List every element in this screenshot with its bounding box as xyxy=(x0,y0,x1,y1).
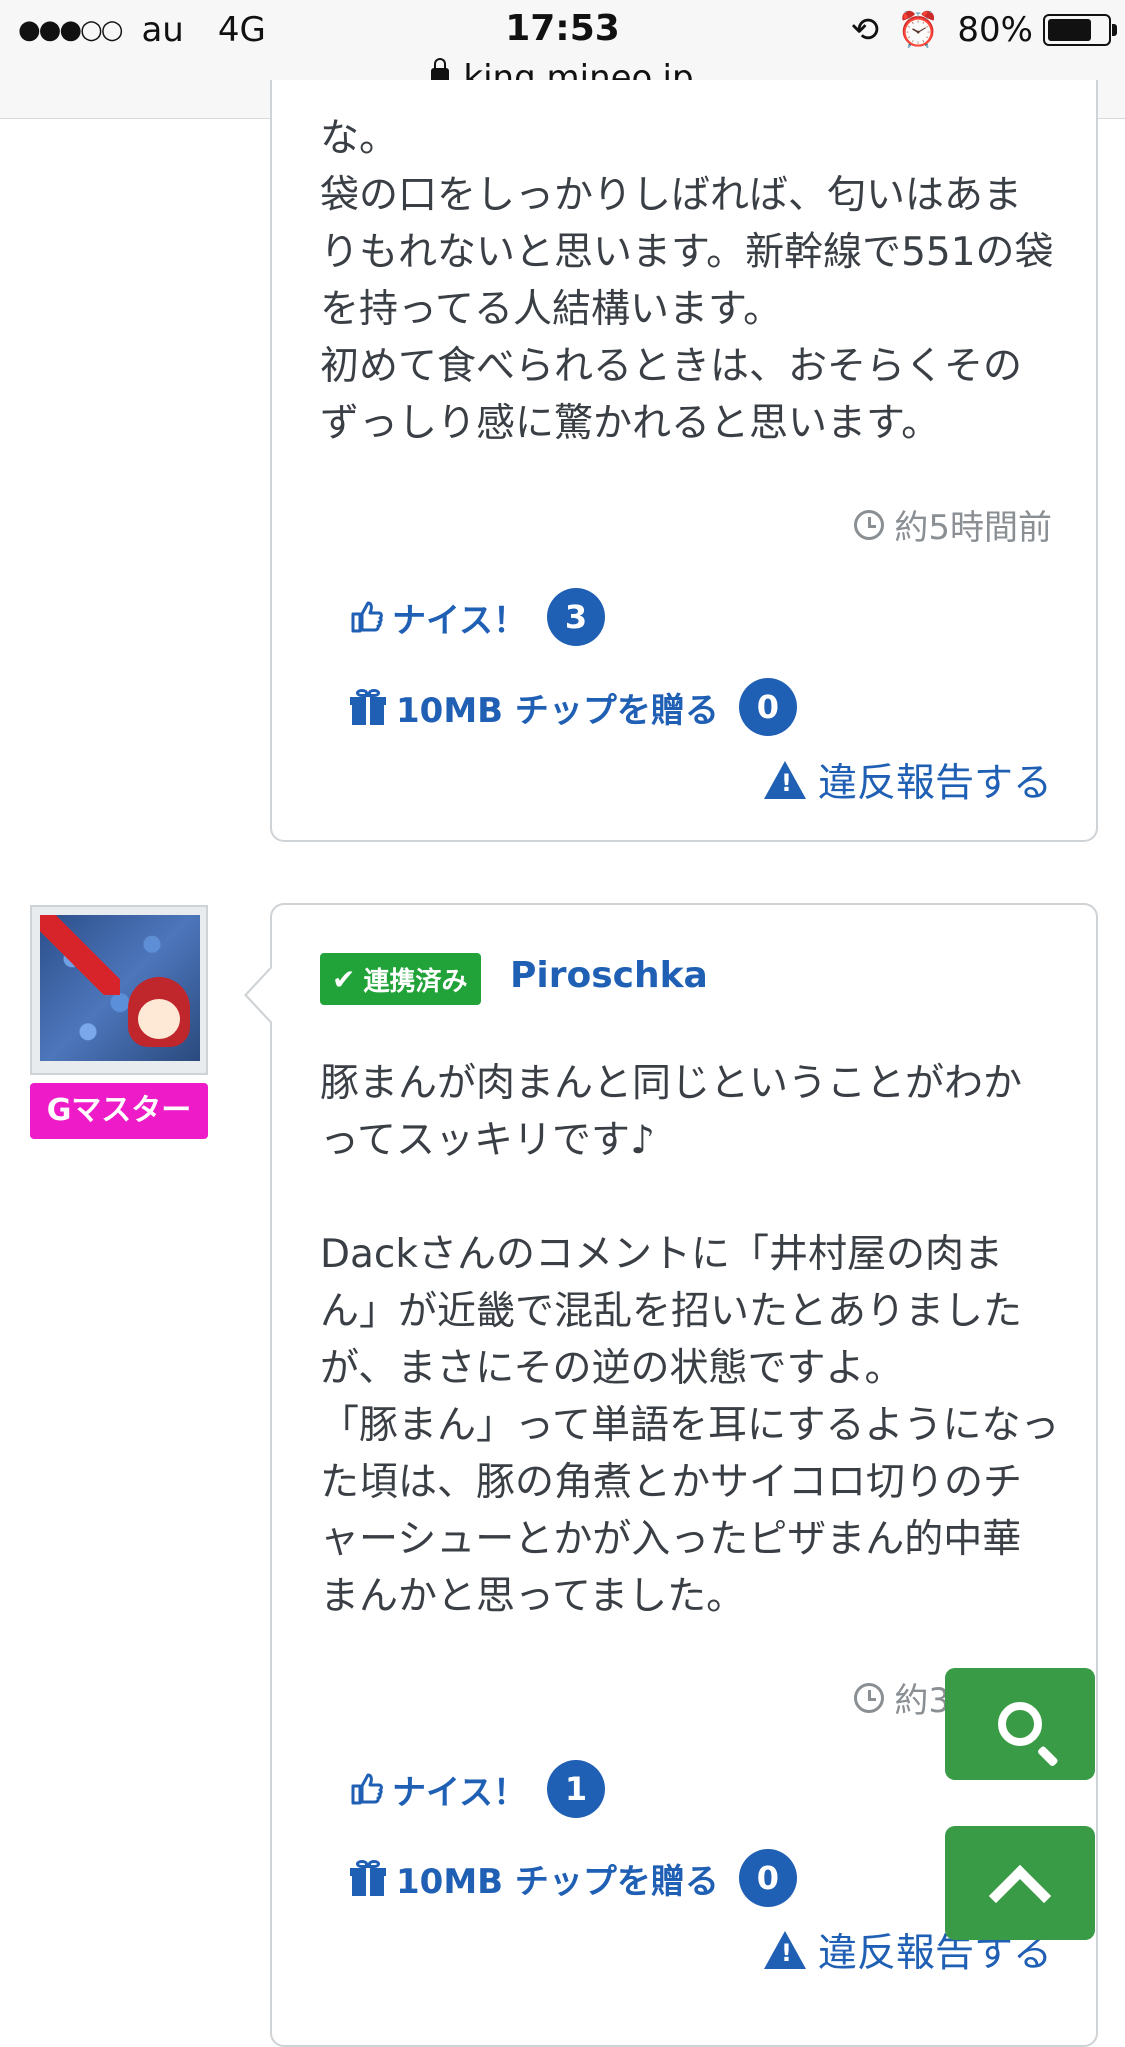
scroll-to-top-button[interactable] xyxy=(945,1826,1095,1940)
comment-card: な。 袋の口をしっかりしばれば、匂いはあまりもれないと思います。新幹線で551の… xyxy=(270,80,1098,842)
username-link[interactable]: Piroschka xyxy=(510,955,708,996)
battery-percent: 80% xyxy=(957,10,1033,50)
tip-label: 10MB チップを贈る xyxy=(396,690,719,731)
search-button[interactable] xyxy=(945,1668,1095,1780)
timestamp-text: 約5時間前 xyxy=(894,508,1052,548)
clock-icon xyxy=(854,509,885,540)
report-link[interactable]: ! 違反報告する xyxy=(763,752,1052,808)
search-icon xyxy=(998,1702,1042,1746)
avatar-image xyxy=(40,915,200,1061)
nice-button[interactable]: ナイス！ 3 xyxy=(350,588,605,646)
comment-timestamp: 約5時間前 xyxy=(854,500,1052,549)
rotation-lock-icon: ⟲ xyxy=(850,10,880,50)
tip-button[interactable]: 10MB チップを贈る 0 xyxy=(350,678,797,736)
arrow-up-icon xyxy=(988,1864,1052,1928)
tip-button[interactable]: 10MB チップを贈る 0 xyxy=(350,1849,797,1907)
gift-icon xyxy=(350,689,386,725)
character-icon xyxy=(128,977,190,1047)
alarm-icon: ⏰ xyxy=(897,10,940,50)
rank-badge: Gマスター xyxy=(30,1083,208,1139)
ribbon-icon xyxy=(40,915,120,995)
status-right: ⟲ ⏰ 80% xyxy=(850,10,1117,50)
thumbs-up-icon xyxy=(351,601,383,633)
linked-badge: ✔ 連携済み xyxy=(320,953,482,1005)
gift-icon xyxy=(350,1860,386,1896)
nice-count-badge: 3 xyxy=(546,588,605,646)
linked-label: 連携済み xyxy=(363,966,468,997)
avatar[interactable] xyxy=(30,905,208,1075)
tip-count-badge: 0 xyxy=(738,678,797,736)
warning-icon: ! xyxy=(763,761,806,799)
comment-body: 豚まんが肉まんと同じということがわかってスッキリです♪ Dackさんのコメントに… xyxy=(320,1061,1060,1619)
card-pointer-inner xyxy=(247,967,273,1023)
nice-label: ナイス！ xyxy=(392,600,527,641)
battery-tip xyxy=(1112,24,1117,36)
warning-icon: ! xyxy=(763,1931,806,1969)
check-icon: ✔ xyxy=(332,962,356,996)
comment-body: な。 袋の口をしっかりしばれば、匂いはあまりもれないと思います。新幹線で551の… xyxy=(320,116,1054,446)
nice-count-badge: 1 xyxy=(546,1760,605,1818)
thumbs-up-icon xyxy=(351,1773,383,1805)
tip-label: 10MB チップを贈る xyxy=(396,1861,719,1902)
nice-label: ナイス！ xyxy=(392,1772,527,1813)
battery-icon xyxy=(1043,14,1117,46)
report-label: 違反報告する xyxy=(817,761,1052,806)
battery-fill xyxy=(1048,19,1091,41)
nice-button[interactable]: ナイス！ 1 xyxy=(350,1760,605,1818)
clock-icon xyxy=(854,1682,885,1713)
tip-count-badge: 0 xyxy=(738,1849,797,1907)
